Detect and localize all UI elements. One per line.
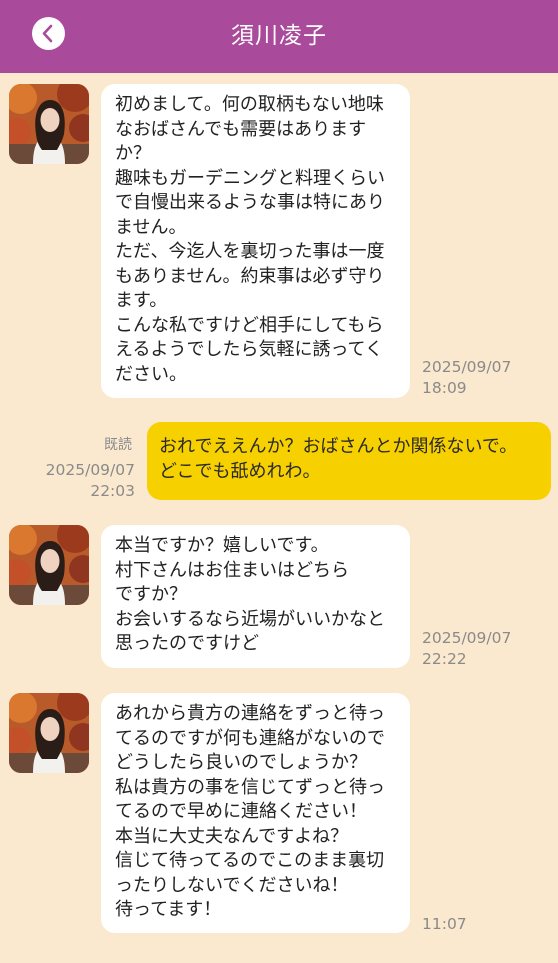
avatar[interactable] [9, 693, 89, 773]
app-header: 須川凌子 [0, 0, 558, 73]
profile-photo [9, 693, 89, 773]
avatar[interactable] [9, 525, 89, 605]
message-timestamp: 2025/09/07 22:03 [45, 461, 135, 500]
message-timestamp: 2025/09/07 18:09 [422, 358, 512, 397]
message-bubble-incoming[interactable]: 本当ですか？嬉しいです。 村下さんはお住まいはどちら ですか？ お会いするなら近… [101, 525, 410, 668]
read-receipt: 既読 [104, 437, 132, 453]
message-bubble-incoming[interactable]: 初めまして。何の取柄もない地味 なおばさんでも需要はあります か？ 趣味もガーデ… [101, 84, 410, 398]
message-bubble-outgoing[interactable]: おれでええんか？おばさんとか関係ないで。 どこでも舐めれわ。 [147, 422, 551, 500]
message-timestamp: 2025/09/07 22:22 [422, 629, 512, 668]
message-timestamp: 11:07 [422, 915, 467, 933]
profile-photo [9, 84, 89, 164]
avatar[interactable] [9, 84, 89, 164]
message-bubble-incoming[interactable]: あれから貴方の連絡をずっと待っ てるのですが何も連絡がないので どうしたら良いの… [101, 693, 410, 933]
chat-partner-name: 須川凌子 [231, 23, 327, 49]
profile-photo [9, 525, 89, 605]
